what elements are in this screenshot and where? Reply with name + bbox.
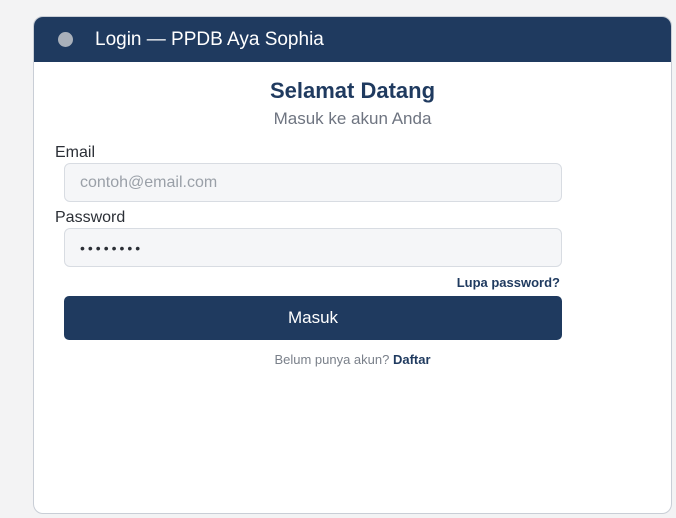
status-dot-icon	[58, 32, 73, 47]
password-input[interactable]	[64, 228, 562, 267]
welcome-subheading: Masuk ke akun Anda	[273, 109, 432, 128]
register-prompt: Belum punya akun?	[274, 352, 393, 367]
register-row: Belum punya akun? Daftar	[34, 352, 671, 367]
welcome-heading: Selamat Datang	[269, 78, 436, 103]
email-input[interactable]	[64, 163, 562, 202]
login-button[interactable]: Masuk	[64, 296, 562, 340]
password-label: Password	[55, 209, 126, 226]
email-label: Email	[55, 144, 96, 161]
title-bar: Login — PPDB Aya Sophia	[34, 17, 671, 62]
forgot-password-link[interactable]: Lupa password?	[457, 275, 560, 290]
login-window: Login — PPDB Aya Sophia Selamat Datang M…	[33, 16, 672, 514]
register-link[interactable]: Daftar	[393, 352, 431, 367]
window-title: Login — PPDB Aya Sophia	[95, 28, 324, 50]
